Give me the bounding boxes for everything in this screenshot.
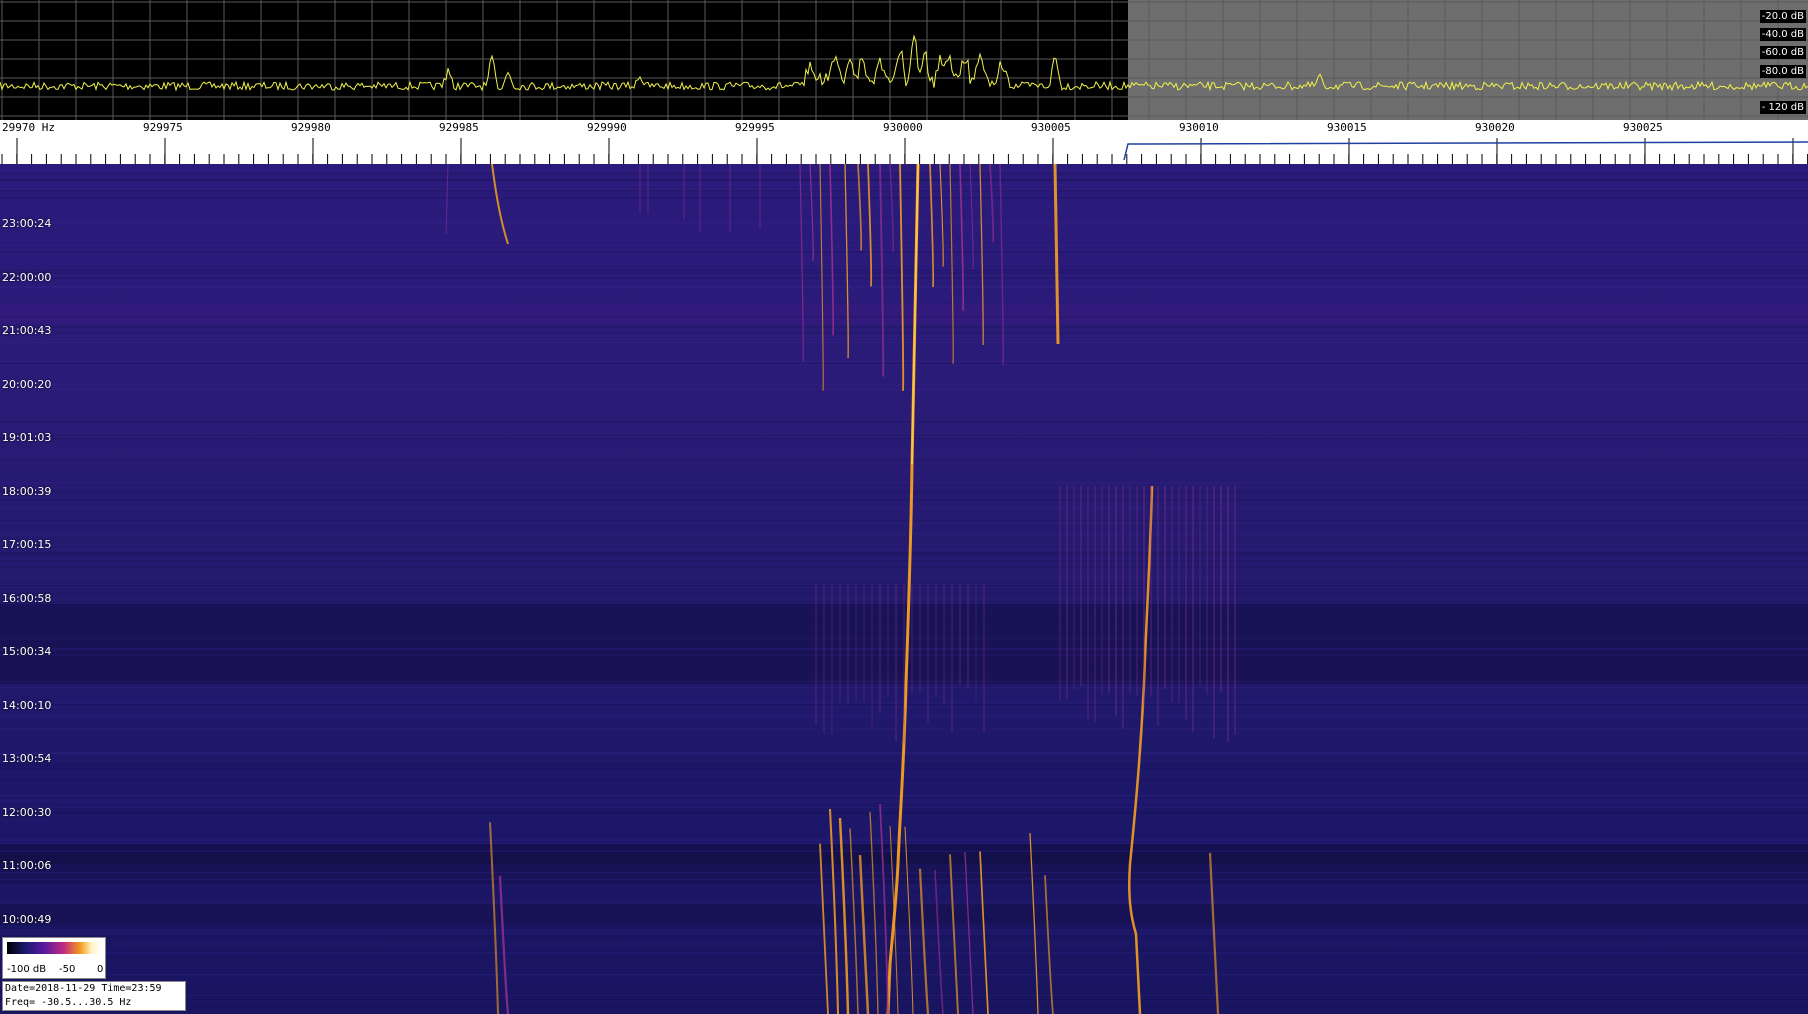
db-label-60: -60.0 dB (1759, 46, 1806, 59)
time-label: 23:00:24 (2, 217, 52, 230)
colorbar-legend: -100 dB -50 0 (2, 937, 106, 979)
colorbar-min-label: -100 dB (7, 964, 47, 975)
ruler-ticks (1, 138, 1808, 164)
info-box: Date=2018-11-29 Time=23:59 Freq= -30.5..… (2, 981, 186, 1011)
spectrum-panel (0, 0, 1808, 120)
info-freq-range: Freq= -30.5...30.5 Hz (5, 997, 132, 1008)
time-label: 22:00:00 (2, 271, 52, 284)
time-label: 19:01:03 (2, 431, 52, 444)
waterfall-spectrogram[interactable] (0, 164, 1808, 1014)
colorbar-mid-label: -50 (59, 964, 76, 975)
time-label: 12:00:30 (2, 806, 52, 819)
db-label-80: -80.0 dB (1759, 65, 1806, 78)
frequency-ruler: 29970 Hz 929975 929980 929985 929990 929… (0, 120, 1808, 164)
time-label: 18:00:39 (2, 485, 52, 498)
spectrum-inactive-area (1128, 0, 1808, 120)
time-label: 10:00:49 (2, 913, 52, 926)
db-label-20: -20.0 dB (1759, 10, 1806, 23)
db-label-120: - 120 dB (1759, 101, 1806, 114)
time-label: 13:00:54 (2, 752, 52, 765)
colorbar-gradient (7, 942, 101, 954)
time-label: 21:00:43 (2, 324, 52, 337)
time-label: 11:00:06 (2, 859, 52, 872)
time-label: 15:00:34 (2, 645, 52, 658)
time-label: 16:00:58 (2, 592, 52, 605)
spectrum-active-area (0, 0, 1128, 120)
colorbar-max-label: 0 (97, 964, 104, 975)
time-label: 20:00:20 (2, 378, 52, 391)
db-label-40: -40.0 dB (1759, 28, 1806, 41)
time-label: 17:00:15 (2, 538, 52, 551)
info-date-time: Date=2018-11-29 Time=23:59 (5, 983, 162, 994)
time-label: 14:00:10 (2, 699, 52, 712)
